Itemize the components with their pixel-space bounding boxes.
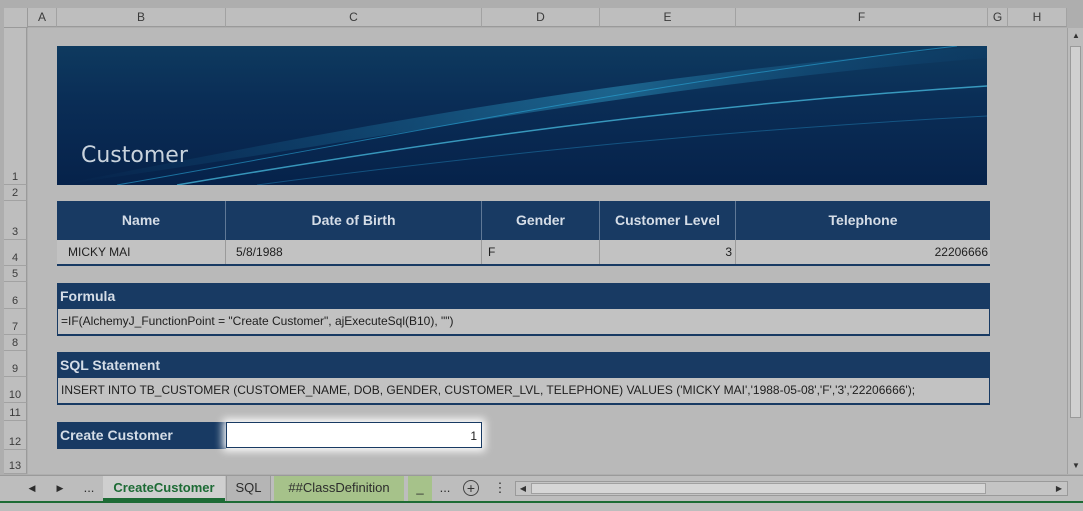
row-header-12[interactable]: 12: [4, 421, 27, 450]
row-header-5[interactable]: 5: [4, 266, 27, 282]
row-number: 5: [11, 268, 19, 280]
scroll-up-icon[interactable]: ▲: [1070, 30, 1082, 42]
row-header-7[interactable]: 7: [4, 309, 27, 335]
row-number: 10: [8, 389, 22, 401]
scroll-right-icon[interactable]: ▶: [1053, 483, 1065, 495]
sheet-tabs-more-right[interactable]: ...: [434, 476, 456, 501]
sheet-tab-bar: ◀ ▶ ... CreateCustomer SQL ##ClassDefini…: [0, 475, 1083, 501]
formula-value[interactable]: =IF(AlchemyJ_FunctionPoint = "Create Cus…: [57, 309, 990, 336]
row-header-4[interactable]: 4: [4, 240, 27, 266]
row-number: 9: [11, 363, 19, 375]
row-header-13[interactable]: 13: [4, 450, 27, 474]
header-telephone[interactable]: Telephone: [736, 201, 990, 240]
tab-class-definition[interactable]: ##ClassDefinition: [274, 476, 404, 501]
cell-customer-level[interactable]: 3: [600, 240, 736, 264]
row-header-8[interactable]: 8: [4, 335, 27, 351]
sql-statement-label[interactable]: SQL Statement: [57, 352, 990, 378]
sql-statement-value[interactable]: INSERT INTO TB_CUSTOMER (CUSTOMER_NAME, …: [57, 378, 990, 405]
horizontal-scrollbar[interactable]: ◀ ▶: [515, 481, 1068, 496]
row-number: 4: [11, 252, 19, 264]
row-header-11[interactable]: 11: [4, 403, 27, 421]
scroll-down-icon[interactable]: ▼: [1070, 460, 1082, 472]
row-header-6[interactable]: 6: [4, 282, 27, 309]
row-number: 1: [11, 171, 19, 183]
table-bottom-border: [57, 264, 990, 266]
row-number: 6: [11, 295, 19, 307]
cell-telephone[interactable]: 22206666: [736, 240, 990, 264]
row-header-9[interactable]: 9: [4, 351, 27, 377]
row-number: 8: [11, 337, 19, 349]
row-number: 7: [11, 321, 19, 333]
row-header-3[interactable]: 3: [4, 201, 27, 240]
tab-create-customer[interactable]: CreateCustomer: [103, 476, 225, 501]
create-customer-label[interactable]: Create Customer: [57, 422, 226, 449]
banner-swoosh-graphic: [57, 46, 987, 185]
status-bar: [0, 501, 1083, 511]
row-number: 11: [9, 407, 21, 419]
customer-banner: Customer: [57, 46, 987, 185]
column-header-f[interactable]: F: [736, 8, 988, 27]
cell-name[interactable]: MICKY MAI: [57, 240, 226, 264]
column-header-c[interactable]: C: [226, 8, 482, 27]
column-header-b[interactable]: B: [57, 8, 226, 27]
select-all-corner[interactable]: [4, 8, 28, 28]
vertical-scroll-thumb[interactable]: [1070, 46, 1081, 418]
header-customer-level[interactable]: Customer Level: [600, 201, 736, 240]
column-header-h[interactable]: H: [1008, 8, 1067, 27]
tab-sql[interactable]: SQL: [226, 476, 271, 501]
column-header-d[interactable]: D: [482, 8, 600, 27]
column-header-a[interactable]: A: [28, 8, 57, 27]
horizontal-scroll-thumb[interactable]: [531, 483, 986, 494]
prev-sheet-icon[interactable]: ◀: [24, 476, 40, 501]
next-sheet-icon[interactable]: ▶: [52, 476, 68, 501]
row-number: 2: [11, 187, 19, 199]
row-header-2[interactable]: 2: [4, 185, 27, 201]
tab-hidden-partial[interactable]: _: [408, 476, 432, 501]
row-header-1[interactable]: 1: [4, 28, 27, 185]
sheet-tabs-more-left[interactable]: ...: [78, 476, 100, 501]
cell-gender[interactable]: F: [482, 240, 600, 264]
row-number: 13: [8, 460, 22, 472]
column-header-g[interactable]: G: [988, 8, 1008, 27]
row-number: 12: [8, 436, 22, 448]
create-customer-value-cell[interactable]: 1: [226, 422, 482, 448]
column-header-e[interactable]: E: [600, 8, 736, 27]
formula-label[interactable]: Formula: [57, 283, 990, 309]
add-sheet-button[interactable]: +: [463, 480, 479, 496]
row-number: 3: [11, 226, 19, 238]
cell-date-of-birth[interactable]: 5/8/1988: [226, 240, 482, 264]
header-name[interactable]: Name: [57, 201, 226, 240]
banner-title: Customer: [81, 143, 188, 168]
header-date-of-birth[interactable]: Date of Birth: [226, 201, 482, 240]
scroll-left-icon[interactable]: ◀: [517, 483, 529, 495]
header-gender[interactable]: Gender: [482, 201, 600, 240]
row-header-10[interactable]: 10: [4, 377, 27, 403]
tab-options-icon[interactable]: ⋮: [492, 476, 508, 501]
vertical-scrollbar[interactable]: ▲ ▼: [1067, 28, 1083, 474]
